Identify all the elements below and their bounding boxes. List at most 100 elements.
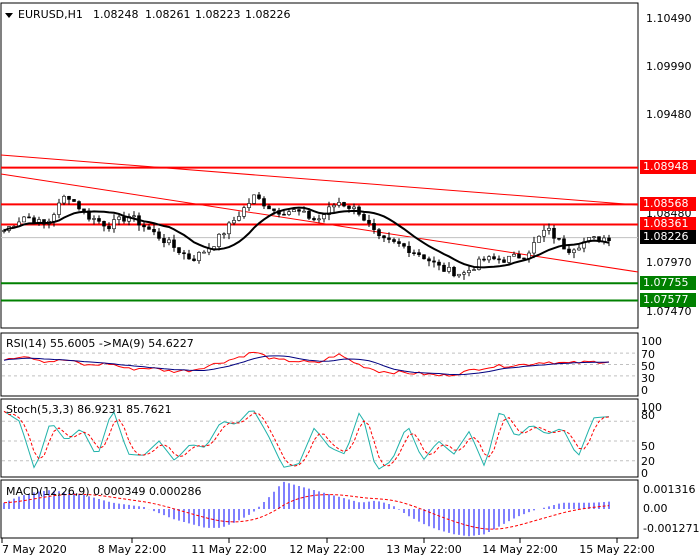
ohlc-high: 1.08261 — [145, 8, 191, 21]
candle — [262, 198, 266, 207]
ohlc-low: 1.08223 — [195, 8, 241, 21]
candle — [557, 238, 561, 240]
stoch-label: Stoch(5,3,3) 86.9231 85.7621 — [6, 403, 172, 416]
candle — [287, 211, 291, 215]
candle — [307, 210, 311, 219]
candle — [157, 231, 161, 239]
level-label: 1.07577 — [640, 293, 696, 307]
candle — [247, 203, 251, 209]
candle — [417, 252, 421, 256]
time-label: 15 May 22:00 — [579, 543, 654, 556]
price-tick: 1.07970 — [646, 256, 692, 269]
time-label: 12 May 22:00 — [289, 543, 364, 556]
candle — [517, 253, 521, 259]
time-label: 13 May 22:00 — [386, 543, 461, 556]
stoch-tick: 80 — [641, 409, 655, 422]
stoch-signal-line — [3, 410, 610, 467]
candle — [462, 272, 466, 275]
candle — [367, 219, 371, 224]
rsi-tick: 100 — [641, 335, 662, 348]
indicator-panels — [2, 351, 637, 537]
candle — [442, 264, 446, 272]
candle — [217, 233, 221, 247]
candle — [567, 248, 571, 253]
stoch-tick: 50 — [641, 440, 655, 453]
candle — [82, 208, 86, 212]
candle — [422, 254, 426, 260]
macd-label: MACD(12,26,9) 0.000349 0.000286 — [6, 485, 202, 498]
candle — [187, 253, 191, 260]
candle — [117, 216, 121, 220]
candle — [162, 238, 166, 244]
candle — [267, 205, 271, 210]
ohlc-close: 1.08226 — [245, 8, 291, 21]
candle — [352, 206, 356, 209]
candle — [72, 199, 76, 202]
candle — [102, 221, 106, 227]
candle — [397, 241, 401, 244]
candle — [182, 252, 186, 255]
candle — [292, 209, 296, 213]
price-tick: 1.09480 — [646, 108, 692, 121]
candle — [107, 225, 111, 230]
trendline — [0, 154, 639, 206]
level-label: 1.07755 — [640, 276, 696, 290]
candle — [97, 218, 101, 222]
candle — [392, 239, 396, 242]
candle — [332, 204, 336, 208]
candle — [237, 216, 241, 221]
candle — [537, 235, 541, 243]
symbol-timeframe: EURUSD,H1 — [18, 8, 83, 21]
candle — [202, 251, 206, 254]
candle — [432, 260, 436, 263]
candle — [542, 229, 546, 237]
candle — [317, 218, 321, 221]
time-label: 7 May 2020 — [2, 543, 67, 556]
candle — [607, 237, 611, 241]
trendline — [0, 173, 639, 273]
candle — [412, 252, 416, 254]
candle — [232, 220, 236, 224]
stoch-main-line — [3, 410, 610, 470]
candle — [147, 226, 151, 230]
candle — [377, 229, 381, 237]
candle — [552, 227, 556, 239]
candle — [382, 235, 386, 239]
candle — [192, 258, 196, 261]
candle — [492, 256, 496, 260]
candle — [362, 214, 366, 221]
candle — [447, 266, 451, 272]
candle — [112, 219, 116, 230]
candle — [297, 209, 301, 212]
candle — [572, 249, 576, 253]
candle — [372, 223, 376, 230]
collapse-triangle-icon[interactable] — [5, 13, 13, 18]
level-label: 1.08948 — [640, 160, 696, 174]
candle — [512, 253, 516, 257]
candle — [402, 243, 406, 247]
price-tick: 1.10490 — [646, 12, 692, 25]
rsi-tick: 0 — [641, 384, 648, 397]
candle — [387, 237, 391, 240]
macd-signal-line — [3, 493, 610, 530]
rsi-label: RSI(14) 55.6005 ->MA(9) 54.6227 — [6, 337, 194, 350]
candle — [457, 273, 461, 277]
chart-canvas[interactable]: EURUSD,H1 1.08248 1.08261 1.08223 1.0822… — [0, 0, 700, 560]
candle — [502, 259, 506, 263]
candle — [482, 258, 486, 261]
candle — [322, 214, 326, 220]
candle — [592, 236, 596, 238]
candle — [67, 196, 71, 200]
candle — [452, 266, 456, 277]
price-tick: 1.09990 — [646, 60, 692, 73]
candle — [22, 216, 26, 223]
candle — [92, 218, 96, 220]
candle — [302, 210, 306, 213]
candle — [497, 258, 501, 261]
candle — [257, 194, 261, 199]
main-panel-border — [0, 2, 639, 329]
candle — [62, 196, 66, 204]
candle — [577, 247, 581, 251]
candle — [487, 256, 491, 261]
candle — [522, 257, 526, 260]
